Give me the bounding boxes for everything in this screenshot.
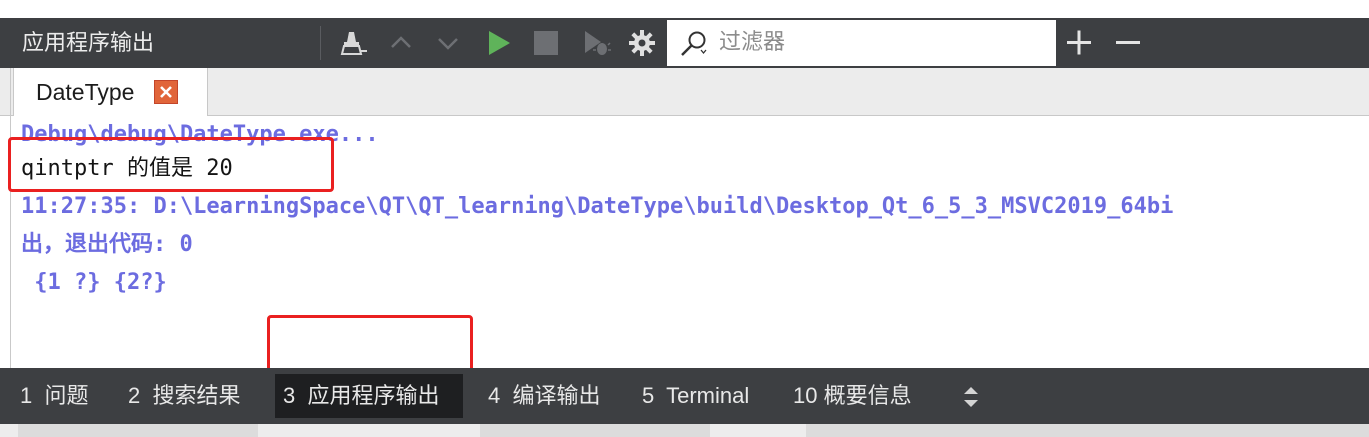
output-panes-bar: 1 问题 2 搜索结果 3 应用程序输出 4 编译输出 5 Terminal 1…	[0, 368, 1369, 424]
footer-segment	[480, 424, 710, 437]
pane-number: 5	[642, 383, 655, 408]
pane-compile-output[interactable]: 4 编译输出	[480, 374, 609, 418]
pane-terminal[interactable]: 5 Terminal	[634, 374, 757, 418]
pane-label: 问题	[44, 383, 89, 408]
run-icon[interactable]	[482, 27, 514, 59]
pane-label: 搜索结果	[152, 383, 241, 408]
zoom-out-icon[interactable]	[1111, 26, 1145, 60]
output-line: 出，退出代码: 0	[21, 232, 193, 257]
zoom-in-icon[interactable]	[1062, 26, 1096, 60]
footer-segment	[18, 424, 258, 437]
debug-icon[interactable]	[580, 27, 612, 59]
pane-application-output[interactable]: 3 应用程序输出	[275, 374, 463, 418]
pane-label: 编译输出	[512, 383, 601, 408]
output-line: 11:27:35: D:\LearningSpace\QT\QT_learnin…	[21, 194, 1174, 219]
panel-title: 应用程序输出	[22, 31, 155, 56]
pane-number: 4	[488, 383, 501, 408]
pane-general-messages[interactable]: 10 概要信息	[785, 374, 920, 418]
pane-label: 应用程序输出	[307, 383, 440, 408]
output-tab-bar: DateType	[0, 68, 1369, 116]
pane-number: 1	[20, 383, 33, 408]
highlight-box-output	[8, 137, 334, 192]
pane-issues[interactable]: 1 问题	[12, 374, 97, 418]
search-icon	[679, 30, 709, 62]
next-icon[interactable]	[432, 27, 464, 59]
pane-search-results[interactable]: 2 搜索结果	[120, 374, 249, 418]
close-icon[interactable]	[154, 80, 178, 104]
pane-number: 3	[283, 383, 296, 408]
footer-segment	[806, 424, 1369, 437]
clean-icon[interactable]	[338, 27, 370, 59]
window-top-strip	[0, 0, 1369, 18]
pane-number: 10	[793, 383, 818, 408]
pane-label: Terminal	[666, 383, 750, 408]
settings-icon[interactable]	[626, 27, 658, 59]
pane-number: 2	[128, 383, 141, 408]
toolbar-separator	[320, 26, 321, 60]
previous-icon[interactable]	[385, 27, 417, 59]
filter-placeholder: 过滤器	[719, 30, 786, 55]
filter-input[interactable]: 过滤器	[667, 20, 1056, 66]
updown-arrows-icon[interactable]	[959, 382, 983, 412]
output-line: {1 ?} {2?}	[21, 270, 167, 295]
pane-label: 概要信息	[823, 383, 912, 408]
window-bottom-strip	[0, 424, 1369, 437]
tab-datetype[interactable]: DateType	[13, 68, 208, 116]
stop-icon[interactable]	[530, 27, 562, 59]
tab-label: DateType	[36, 79, 135, 105]
